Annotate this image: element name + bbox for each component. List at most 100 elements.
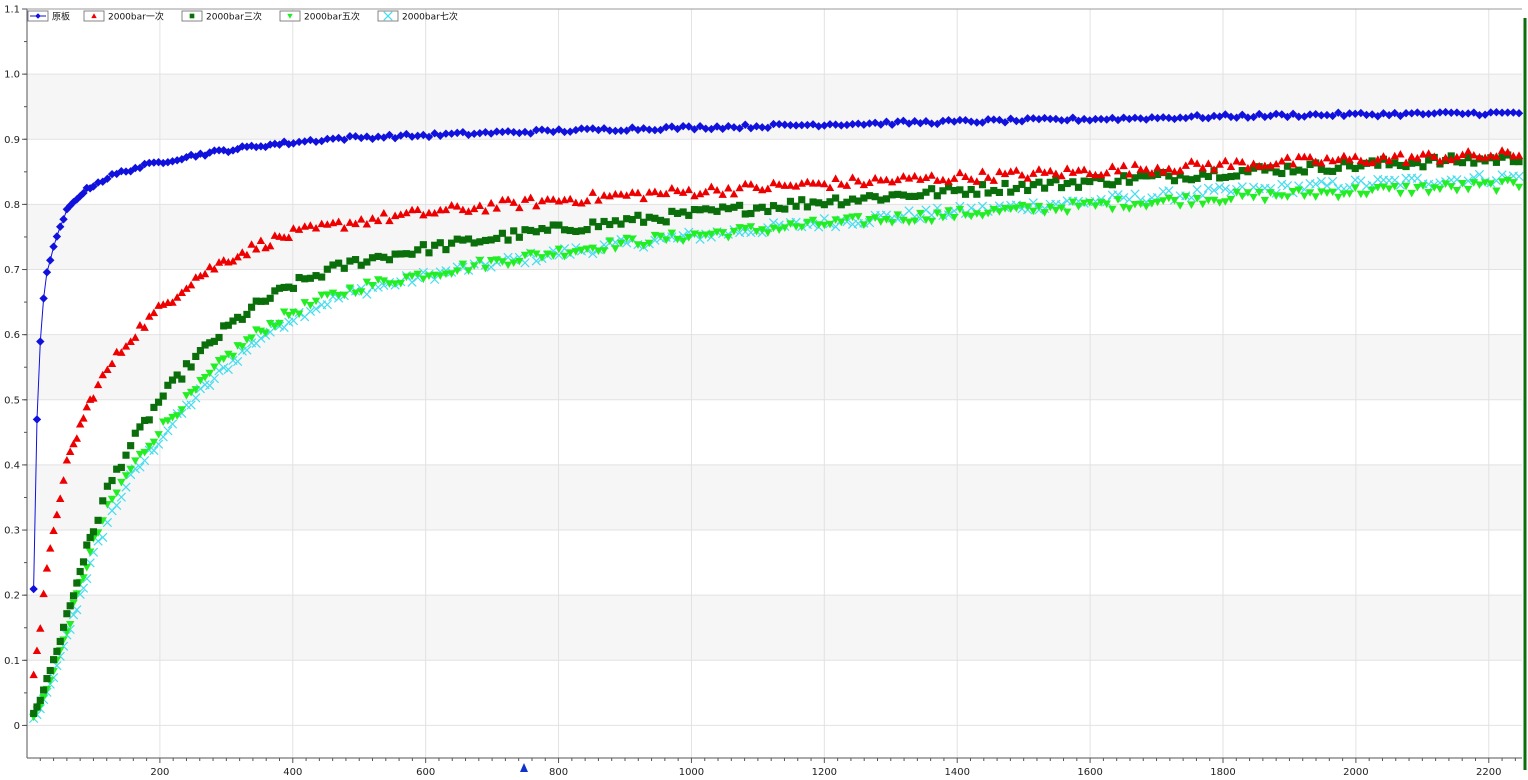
data-point <box>1497 146 1507 154</box>
data-point <box>831 174 840 182</box>
data-point <box>769 178 778 187</box>
data-point <box>66 602 74 610</box>
y-tick-label: 0.7 <box>4 265 20 276</box>
data-point <box>30 709 38 718</box>
data-point <box>73 579 81 587</box>
data-point <box>515 233 523 241</box>
data-point <box>634 211 642 219</box>
y-tick-label: 1.1 <box>4 5 20 16</box>
data-point <box>995 188 1003 196</box>
data-point <box>1204 159 1213 167</box>
data-point <box>266 294 274 302</box>
data-point <box>1119 161 1128 170</box>
x-tick-label: 1200 <box>812 767 837 778</box>
data-point <box>1300 168 1308 176</box>
data-point <box>1164 186 1174 196</box>
data-point <box>583 226 591 234</box>
data-point <box>149 445 159 456</box>
y-tick-label: 0.3 <box>4 526 20 537</box>
data-point <box>662 218 670 226</box>
data-point <box>633 188 643 197</box>
data-point <box>149 308 159 317</box>
data-point <box>792 202 800 210</box>
data-point <box>425 249 433 257</box>
data-point <box>94 516 102 524</box>
data-point <box>1260 196 1270 205</box>
data-point <box>99 497 107 505</box>
data-point <box>1278 169 1286 178</box>
data-point <box>1046 166 1055 175</box>
data-point <box>848 173 857 181</box>
legend-item: 2000bar一次 <box>83 11 164 23</box>
x-tick-label: 1000 <box>679 767 704 778</box>
data-point <box>486 198 496 207</box>
data-point <box>36 696 44 704</box>
data-point <box>927 171 936 179</box>
data-point <box>79 558 88 566</box>
data-point <box>159 392 167 400</box>
data-point <box>32 415 42 424</box>
x-tick-label: 1800 <box>1210 767 1235 778</box>
data-point <box>40 686 48 694</box>
data-point <box>1435 185 1445 194</box>
data-point <box>442 246 450 254</box>
data-point <box>565 194 575 203</box>
plot-band <box>27 334 1522 400</box>
data-point <box>1052 176 1060 184</box>
data-point <box>39 589 48 598</box>
data-point <box>1345 190 1354 198</box>
legend-item: 2000bar三次 <box>181 11 262 23</box>
data-point <box>131 457 140 465</box>
data-point <box>503 195 513 203</box>
data-point <box>1334 193 1343 202</box>
data-point <box>127 442 135 450</box>
legend-item: 2000bar七次 <box>377 11 458 23</box>
data-point <box>1300 192 1309 201</box>
legend-marker <box>189 13 195 19</box>
legend: 原板 2000bar一次 2000bar三次 2000bar五次 2000bar七次 <box>27 11 458 23</box>
data-point <box>724 183 733 192</box>
data-point <box>1452 186 1462 195</box>
data-point <box>899 172 908 180</box>
legend-label: 2000bar三次 <box>206 11 262 23</box>
x-tick-label: 200 <box>150 767 169 778</box>
data-point <box>1514 183 1524 192</box>
data-point <box>186 280 196 289</box>
data-point <box>436 239 444 247</box>
y-tick-label: 0.9 <box>4 135 20 146</box>
plot-bands <box>27 74 1522 661</box>
data-point <box>928 185 936 193</box>
data-point <box>178 375 186 383</box>
data-point <box>29 670 38 679</box>
data-point <box>1130 160 1140 168</box>
data-point <box>83 541 91 549</box>
data-point <box>1283 193 1292 201</box>
data-point <box>1012 166 1021 174</box>
data-point <box>289 284 298 292</box>
data-point <box>108 476 116 485</box>
data-point <box>59 623 68 631</box>
data-point <box>33 703 41 711</box>
plot-band <box>27 204 1522 270</box>
data-point <box>154 398 163 406</box>
y-tick-label: 0.8 <box>4 200 20 211</box>
chart-canvas: 0 0.1 0.2 0.3 0.4 0.5 0.6 0.7 0.8 0.9 1.0 1.1 200 400… <box>4 5 1527 778</box>
data-point <box>1492 187 1501 196</box>
data-point <box>1334 164 1342 172</box>
data-point <box>117 463 125 471</box>
data-point <box>1322 153 1332 162</box>
data-point <box>526 193 535 202</box>
data-point <box>82 402 91 411</box>
data-point <box>136 423 144 431</box>
data-point <box>1463 147 1473 155</box>
x-cursor-marker <box>520 763 528 772</box>
data-point <box>1102 168 1111 177</box>
data-point <box>1153 163 1162 172</box>
data-point <box>1221 156 1230 165</box>
data-point <box>131 429 139 437</box>
data-point <box>50 656 58 664</box>
data-point <box>1463 185 1473 194</box>
x-tick-label: 2000 <box>1343 767 1368 778</box>
plot-band <box>27 595 1522 661</box>
data-point <box>79 414 88 422</box>
